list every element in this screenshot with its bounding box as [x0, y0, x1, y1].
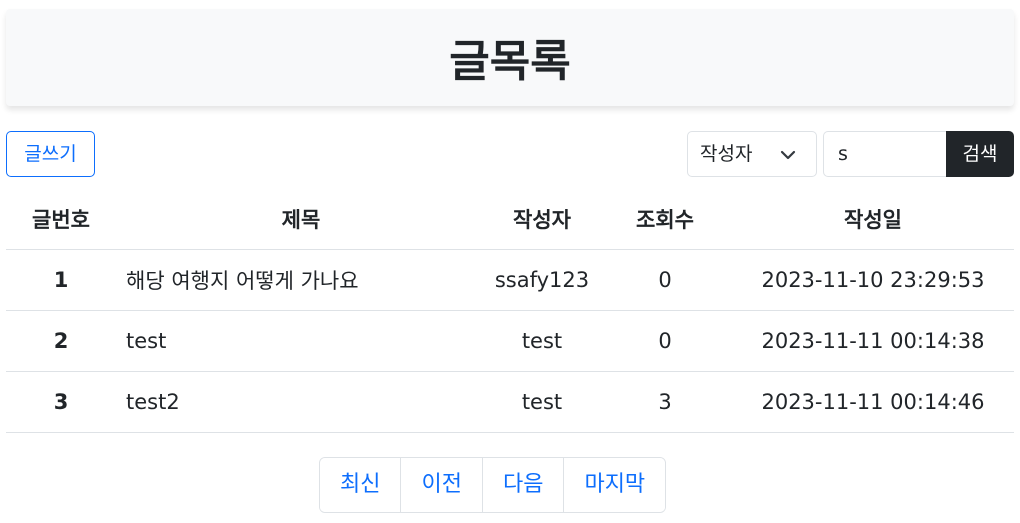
search-key-select[interactable]: 작성자 [687, 131, 817, 177]
search-input[interactable] [823, 131, 947, 177]
write-button[interactable]: 글쓰기 [6, 131, 95, 177]
table-header-row: 글번호 제목 작성자 조회수 작성일 [6, 190, 1014, 250]
page-prev-button[interactable]: 이전 [401, 458, 483, 512]
page-next-button[interactable]: 다음 [482, 458, 565, 512]
cell-views: 0 [598, 310, 732, 372]
page-first-button[interactable]: 최신 [320, 458, 402, 512]
cell-views: 0 [598, 249, 732, 311]
col-header-views: 조회수 [598, 190, 732, 250]
cell-title-link[interactable]: test [116, 310, 486, 372]
cell-views: 3 [598, 371, 732, 433]
search-button[interactable]: 검색 [946, 131, 1014, 177]
page-header: 글목록 [6, 9, 1014, 106]
pagination: 최신 이전 다음 마지막 [319, 457, 667, 513]
cell-date: 2023-11-11 00:14:46 [732, 371, 1014, 433]
cell-writer: test [486, 371, 598, 433]
table-row: 2 test test 0 2023-11-11 00:14:38 [6, 310, 1014, 372]
page-title-text: 글목록 [449, 36, 571, 87]
cell-date: 2023-11-10 23:29:53 [732, 249, 1014, 311]
chevron-down-icon [780, 150, 796, 160]
table-row: 3 test2 test 3 2023-11-11 00:14:46 [6, 371, 1014, 433]
article-table: 글번호 제목 작성자 조회수 작성일 1 해당 여행지 어떻게 가나요 ssaf… [6, 190, 1014, 433]
table-head: 글번호 제목 작성자 조회수 작성일 [6, 190, 1014, 250]
cell-date: 2023-11-11 00:14:38 [732, 310, 1014, 372]
cell-writer: test [486, 310, 598, 372]
col-header-no: 글번호 [6, 190, 116, 250]
col-header-title: 제목 [116, 190, 486, 250]
cell-writer: ssafy123 [486, 249, 598, 311]
page-last-button[interactable]: 마지막 [564, 458, 666, 512]
cell-title-link[interactable]: 해당 여행지 어떻게 가나요 [116, 249, 486, 311]
col-header-date: 작성일 [732, 190, 1014, 250]
title-wrap: 글목록 [6, 35, 1014, 91]
col-header-writer: 작성자 [486, 190, 598, 250]
page-title: 글목록 [441, 35, 580, 91]
cell-no: 2 [6, 310, 116, 372]
cell-no: 3 [6, 371, 116, 433]
table-body: 1 해당 여행지 어떻게 가나요 ssafy123 0 2023-11-10 2… [6, 249, 1014, 433]
cell-no: 1 [6, 249, 116, 311]
table-row: 1 해당 여행지 어떻게 가나요 ssafy123 0 2023-11-10 2… [6, 249, 1014, 311]
search-key-value: 작성자 [700, 143, 753, 165]
cell-title-link[interactable]: test2 [116, 371, 486, 433]
